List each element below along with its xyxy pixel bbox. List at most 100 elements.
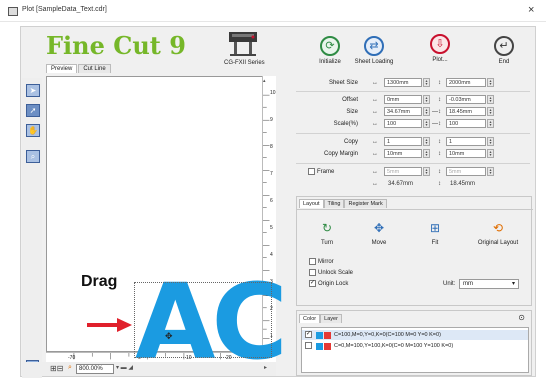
frame-x-spinner[interactable]: ▴ ▾ xyxy=(423,167,430,176)
scroll-up-icon[interactable]: ▴ xyxy=(263,78,266,84)
height-arrow-icon: ↕ xyxy=(438,80,441,86)
scroll-right-icon[interactable]: ▸ xyxy=(264,364,267,371)
color-tabs: Color Layer xyxy=(299,314,342,323)
frame-checkbox[interactable]: Frame xyxy=(308,167,334,177)
copy-margin-x-field[interactable]: 10mm xyxy=(384,149,422,158)
turn-button[interactable]: ↻ Turn xyxy=(299,219,355,246)
offset-x-field[interactable]: 0mm xyxy=(384,95,422,104)
fit-view-icons[interactable]: ⊞⊟ xyxy=(50,364,70,374)
color-row[interactable]: ✓ C=100,M=0,Y=0,K=0(C=100 M=0 Y=0 K=0) xyxy=(302,330,528,340)
link-icon[interactable]: —↕ xyxy=(432,119,441,129)
origin-lock-checkbox[interactable]: ✓ xyxy=(309,279,316,287)
copy-label: Copy xyxy=(343,139,358,145)
color-row-label: C=0,M=100,Y=100,K=0(C=0 M=100 Y=100 K=0) xyxy=(334,343,454,349)
sheet-height-spinner[interactable]: ▴ ▾ xyxy=(487,78,494,87)
scale-y-spinner[interactable]: ▴ ▾ xyxy=(487,119,494,128)
cut-icon[interactable] xyxy=(324,332,331,339)
color-swatch xyxy=(316,343,323,350)
refresh-icon: ⟳ xyxy=(320,36,340,56)
scale-label: Scale(%) xyxy=(333,121,358,127)
copy-y-spinner[interactable]: ▴ ▾ xyxy=(487,137,494,146)
unit-value: mm xyxy=(463,281,473,287)
tab-layer[interactable]: Layer xyxy=(320,314,342,323)
sheet-width-field[interactable]: 1300mm xyxy=(384,78,422,87)
mirror-label: Mirror xyxy=(318,259,334,265)
mirror-checkbox[interactable] xyxy=(309,257,316,265)
copy-margin-x-spinner[interactable]: ▴ ▾ xyxy=(423,149,430,158)
copy-x-field[interactable]: 1 xyxy=(384,137,422,146)
scale-x-field[interactable]: 100 xyxy=(384,119,422,128)
sheet-height-field[interactable]: 2000mm xyxy=(446,78,486,87)
copy-margin-y-field[interactable]: 10mm xyxy=(446,149,486,158)
hand-tool-button[interactable]: ✋ xyxy=(26,124,40,137)
selection-box[interactable] xyxy=(134,282,272,358)
tab-register-mark[interactable]: Register Mark xyxy=(344,199,387,208)
tab-color[interactable]: Color xyxy=(299,314,321,323)
close-icon[interactable]: × xyxy=(528,4,534,16)
zoom-tool-button[interactable]: ⌕ xyxy=(26,150,40,163)
end-button[interactable]: ↵ End xyxy=(484,36,524,65)
expand-icon[interactable]: ⊙ xyxy=(518,313,525,322)
frame-y-field[interactable]: 5mm xyxy=(446,167,486,176)
tab-preview[interactable]: Preview xyxy=(46,64,78,73)
size-y-field[interactable]: 18.45mm xyxy=(446,107,486,116)
zoom-icon[interactable]: ⌕ xyxy=(68,364,76,374)
offset-label: Offset xyxy=(342,97,358,103)
node-tool-button[interactable]: ➚ xyxy=(26,104,40,117)
move-icon: ✥ xyxy=(373,221,385,235)
size-x-field[interactable]: 34.67mm xyxy=(384,107,422,116)
original-layout-button[interactable]: ⟲ Original Layout xyxy=(467,219,529,246)
offset-y-field[interactable]: -0.03mm xyxy=(446,95,486,104)
mirror-option[interactable]: Mirror xyxy=(309,257,334,267)
color-row[interactable]: C=0,M=100,Y=100,K=0(C=0 M=100 Y=100 K=0) xyxy=(302,341,528,351)
size-y-spinner[interactable]: ▴ ▾ xyxy=(487,107,494,116)
frame-y-spinner[interactable]: ▴ ▾ xyxy=(487,167,494,176)
color-row-checkbox[interactable]: ✓ xyxy=(305,331,312,338)
view-tabs: Preview Cut Line xyxy=(46,64,112,76)
offset-x-spinner[interactable]: ▴ ▾ xyxy=(423,95,430,104)
red-arrow-icon xyxy=(87,318,132,332)
sheet-width-spinner[interactable]: ▴ ▾ xyxy=(423,78,430,87)
total-height: 18.45mm xyxy=(450,181,476,187)
scale-x-spinner[interactable]: ▴ ▾ xyxy=(423,119,430,128)
scale-y-field[interactable]: 100 xyxy=(446,119,486,128)
copy-x-spinner[interactable]: ▴ ▾ xyxy=(423,137,430,146)
zoom-field[interactable]: 800.00% xyxy=(76,364,114,374)
move-button[interactable]: ✥ Move xyxy=(351,219,407,246)
tab-tiling[interactable]: Tiling xyxy=(323,199,345,208)
totals-row: ↔ 34.67mm ↕ 18.45mm xyxy=(296,179,530,191)
initialize-button[interactable]: ⟳ Initialize xyxy=(310,36,350,65)
copy-y-field[interactable]: 1 xyxy=(446,137,486,146)
unlock-scale-option[interactable]: Unlock Scale xyxy=(309,268,353,278)
title-bar: Plot [SampleData_Text.cdr] × xyxy=(0,0,546,22)
unlock-scale-label: Unlock Scale xyxy=(318,270,354,276)
tab-cut-line[interactable]: Cut Line xyxy=(78,64,111,73)
app-logo: Fine Cut 9 xyxy=(46,31,186,60)
color-row-checkbox[interactable] xyxy=(305,342,312,349)
frame-check-box[interactable] xyxy=(308,167,315,175)
origin-lock-label: Origin Lock xyxy=(318,281,349,287)
size-x-spinner[interactable]: ▴ ▾ xyxy=(423,107,430,116)
arrow-icon: ➚ xyxy=(29,106,37,115)
fit-button[interactable]: ⊞ Fit xyxy=(407,219,463,246)
sheet-loading-button[interactable]: ⇄ Sheet Loading xyxy=(354,36,394,65)
frame-x-field[interactable]: 5mm xyxy=(384,167,422,176)
hruler-label: -70 xyxy=(68,355,76,361)
plot-button[interactable]: ⇩ Plot... xyxy=(420,34,460,63)
unit-select[interactable]: mm ▾ xyxy=(459,279,519,289)
height-arrow-icon: ↕ xyxy=(438,97,441,103)
unlock-scale-checkbox[interactable] xyxy=(309,268,316,276)
height-arrow-icon: ↕ xyxy=(438,151,441,157)
origin-lock-option[interactable]: ✓ Origin Lock xyxy=(309,279,348,289)
frame-row: Frame ↔ 5mm ▴ ▾ ↕ 5mm ▴ ▾ xyxy=(296,167,530,179)
plot-label: Plot... xyxy=(432,57,448,63)
offset-y-spinner[interactable]: ▴ ▾ xyxy=(487,95,494,104)
cut-icon[interactable] xyxy=(324,343,331,350)
link-icon[interactable]: —↕ xyxy=(432,107,441,117)
zoom-controls-icon[interactable]: ▾ ▬ ◢ xyxy=(116,364,133,371)
select-tool-button[interactable]: ➤ xyxy=(26,84,40,97)
color-swatch xyxy=(316,332,323,339)
rotate-icon: ↻ xyxy=(321,221,333,235)
tab-layout[interactable]: Layout xyxy=(299,199,324,208)
copy-margin-y-spinner[interactable]: ▴ ▾ xyxy=(487,149,494,158)
